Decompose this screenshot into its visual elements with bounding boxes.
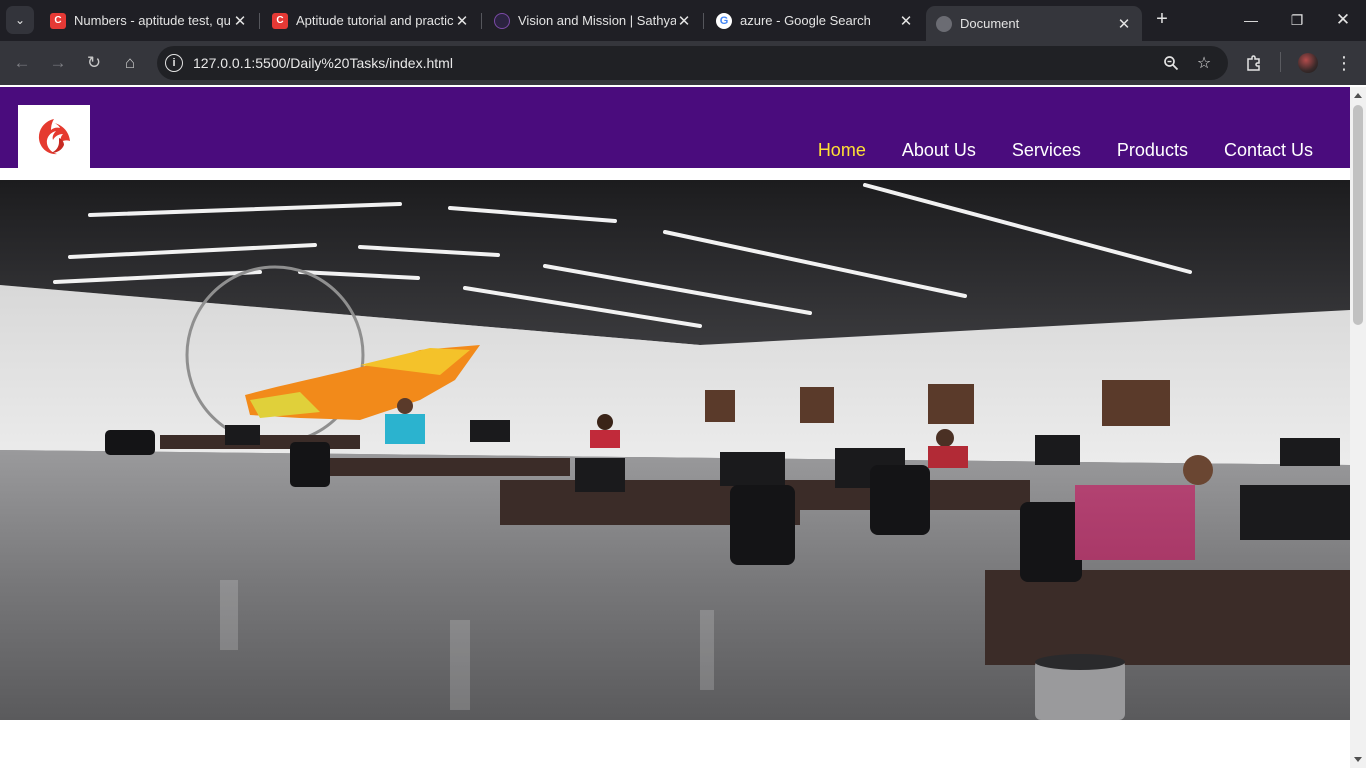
scroll-down-arrow-icon[interactable] [1354, 757, 1362, 762]
window-close-button[interactable]: ✕ [1320, 0, 1366, 40]
close-icon[interactable]: ✕ [454, 12, 470, 30]
tab-title: Numbers - aptitude test, qu [74, 13, 231, 28]
browser-tab[interactable]: C Aptitude tutorial and practic ✕ [262, 6, 480, 35]
c-icon: C [272, 12, 288, 29]
close-icon[interactable]: ✕ [1116, 15, 1132, 33]
browser-tab[interactable]: Vision and Mission | Sathyab ✕ [484, 6, 702, 35]
office-photo [0, 180, 1350, 720]
new-tab-button[interactable]: + [1150, 8, 1174, 32]
globe-icon [936, 15, 952, 32]
browser-tab[interactable]: C Numbers - aptitude test, qu ✕ [40, 6, 258, 35]
tab-separator [703, 13, 704, 29]
logo[interactable] [18, 105, 90, 168]
address-bar[interactable]: i 127.0.0.1:5500/Daily%20Tasks/index.htm… [157, 46, 1228, 80]
page-scrollbar[interactable] [1350, 87, 1366, 768]
tab-title: Vision and Mission | Sathyab [518, 13, 676, 28]
nav-link-about-us[interactable]: About Us [902, 140, 976, 161]
scroll-up-arrow-icon[interactable] [1354, 93, 1362, 98]
browser-tab-active[interactable]: Document ✕ [926, 6, 1142, 41]
scrollbar-thumb[interactable] [1353, 105, 1363, 325]
forward-button[interactable]: → [45, 50, 71, 76]
site-info-icon[interactable]: i [165, 54, 183, 72]
browser-tab[interactable]: G azure - Google Search ✕ [706, 6, 924, 35]
close-icon[interactable]: ✕ [898, 12, 914, 30]
home-button[interactable]: ⌂ [117, 50, 143, 76]
minimize-button[interactable]: — [1228, 0, 1274, 40]
tab-title: Aptitude tutorial and practic [296, 13, 454, 28]
extensions-icon[interactable] [1242, 51, 1266, 75]
url-text[interactable]: 127.0.0.1:5500/Daily%20Tasks/index.html [193, 55, 453, 71]
tab-title: Document [960, 16, 1020, 31]
nav-link-contact-us[interactable]: Contact Us [1224, 140, 1313, 161]
page-viewport: Home About Us Services Products Contact … [0, 87, 1350, 768]
toolbar-separator [1280, 52, 1281, 72]
maximize-button[interactable]: ❐ [1274, 0, 1320, 40]
university-icon [494, 12, 510, 29]
nav-link-home[interactable]: Home [818, 140, 866, 161]
back-button[interactable]: ← [9, 50, 35, 76]
close-icon[interactable]: ✕ [232, 12, 248, 30]
zoom-icon[interactable] [1161, 53, 1181, 73]
c-icon: C [50, 12, 66, 29]
browser-toolbar: ← → ↻ ⌂ i 127.0.0.1:5500/Daily%20Tasks/i… [0, 41, 1366, 85]
google-icon: G [716, 12, 732, 29]
bookmark-star-icon[interactable]: ☆ [1194, 53, 1214, 73]
reload-button[interactable]: ↻ [81, 50, 107, 76]
close-icon[interactable]: ✕ [676, 12, 692, 30]
profile-avatar[interactable] [1296, 51, 1320, 75]
nav-link-products[interactable]: Products [1117, 140, 1188, 161]
tab-separator [259, 13, 260, 29]
tab-title: azure - Google Search [740, 13, 871, 28]
main-nav: Home About Us Services Products Contact … [818, 140, 1313, 161]
phoenix-logo-icon [38, 118, 70, 154]
avatar [1298, 53, 1318, 73]
tab-strip: ⌄ C Numbers - aptitude test, qu ✕ C Apti… [0, 0, 1366, 41]
hero-image [0, 180, 1350, 720]
nav-link-services[interactable]: Services [1012, 140, 1081, 161]
tab-separator [481, 13, 482, 29]
menu-icon[interactable]: ⋮ [1332, 51, 1356, 75]
tab-search-button[interactable]: ⌄ [6, 6, 34, 34]
site-header: Home About Us Services Products Contact … [0, 87, 1350, 168]
